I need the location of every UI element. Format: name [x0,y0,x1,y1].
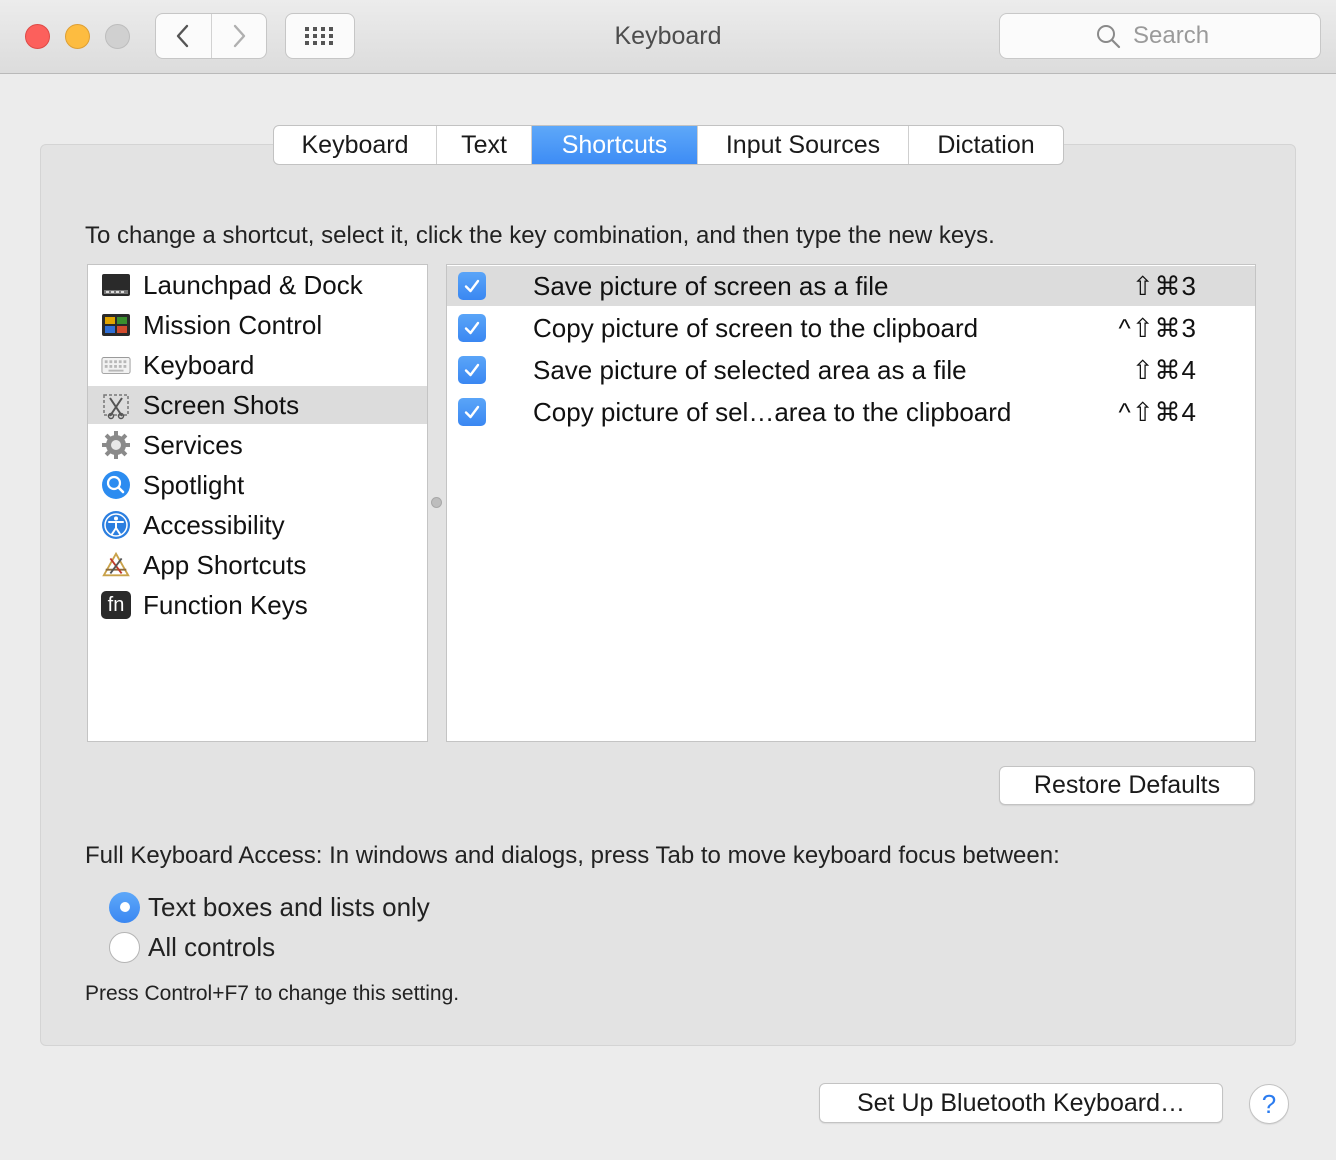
full-keyboard-access-label: Full Keyboard Access: In windows and dia… [85,842,1060,869]
instruction-text: To change a shortcut, select it, click t… [85,222,995,249]
category-label: Spotlight [143,469,245,500]
title-bar: Keyboard [0,0,1336,74]
radio-text-boxes-lists[interactable]: Text boxes and lists only [109,890,430,924]
category-keyboard[interactable]: Keyboard [88,346,427,384]
shortcut-row[interactable]: Save picture of screen as a file ⇧⌘3 [447,266,1255,306]
category-label: Screen Shots [143,389,300,420]
search-icon [1097,25,1121,49]
tab-input-sources[interactable]: Input Sources [697,126,908,164]
search-input[interactable] [1131,21,1225,51]
shortcut-row[interactable]: Copy picture of screen to the clipboard … [447,308,1255,348]
tab-text[interactable]: Text [436,126,531,164]
radio-label: Text boxes and lists only [148,891,430,922]
checkmark-icon [464,405,480,419]
fn-key-icon: fn [101,590,131,620]
shortcut-checkbox[interactable] [458,356,486,384]
checkmark-icon [464,279,480,293]
screenshot-icon [101,390,131,420]
shortcut-list[interactable]: Save picture of screen as a file ⇧⌘3 Cop… [446,264,1256,742]
shortcut-label: Save picture of screen as a file [533,270,889,301]
category-label: Mission Control [143,309,323,340]
shortcut-row[interactable]: Copy picture of sel…area to the clipboar… [447,392,1255,432]
category-label: Accessibility [143,509,285,540]
category-label: Keyboard [143,349,255,380]
shortcut-keys[interactable]: ^⇧⌘3 [1119,313,1197,344]
app-shortcuts-icon [101,550,131,580]
shortcut-checkbox[interactable] [458,272,486,300]
checkmark-icon [464,321,480,335]
search-field[interactable] [999,13,1321,59]
category-launchpad-dock[interactable]: Launchpad & Dock [88,266,427,304]
shortcut-label: Copy picture of sel…area to the clipboar… [533,396,1012,427]
shortcut-row[interactable]: Save picture of selected area as a file … [447,350,1255,390]
shortcut-keys[interactable]: ^⇧⌘4 [1119,397,1197,428]
shortcut-hint-text: Press Control+F7 to change this setting. [85,982,460,1005]
category-accessibility[interactable]: Accessibility [88,506,427,544]
radio-button-selected[interactable] [109,891,140,923]
tab-keyboard[interactable]: Keyboard [274,126,436,164]
split-view-divider-handle[interactable] [431,497,442,508]
category-mission-control[interactable]: Mission Control [88,306,427,344]
shortcut-keys[interactable]: ⇧⌘4 [1132,355,1197,386]
spotlight-icon [101,470,131,500]
shortcut-keys[interactable]: ⇧⌘3 [1132,271,1197,302]
shortcut-checkbox[interactable] [458,314,486,342]
radio-button[interactable] [109,931,140,963]
accessibility-icon [101,510,131,540]
help-button[interactable]: ? [1249,1084,1289,1124]
tab-shortcuts[interactable]: Shortcuts [531,126,697,164]
radio-all-controls[interactable]: All controls [109,930,275,964]
tab-dictation[interactable]: Dictation [908,126,1063,164]
category-services[interactable]: Services [88,426,427,464]
shortcut-category-list[interactable]: Launchpad & Dock Mission Control Keyboar… [87,264,428,742]
category-label: Launchpad & Dock [143,269,363,300]
category-label: Function Keys [143,589,308,620]
category-function-keys[interactable]: fn Function Keys [88,586,427,624]
gear-icon [101,430,131,460]
category-spotlight[interactable]: Spotlight [88,466,427,504]
radio-label: All controls [148,931,276,962]
set-up-bluetooth-keyboard-button[interactable]: Set Up Bluetooth Keyboard… [819,1083,1223,1123]
category-label: Services [143,429,243,460]
mission-control-icon [101,310,131,340]
shortcut-checkbox[interactable] [458,398,486,426]
checkmark-icon [464,363,480,377]
tab-bar: Keyboard Text Shortcuts Input Sources Di… [273,125,1064,165]
shortcut-label: Copy picture of screen to the clipboard [533,312,979,343]
launchpad-dock-icon [101,270,131,300]
restore-defaults-button[interactable]: Restore Defaults [999,766,1255,805]
shortcut-label: Save picture of selected area as a file [533,354,967,385]
category-app-shortcuts[interactable]: App Shortcuts [88,546,427,584]
keyboard-icon [101,350,131,380]
category-label: App Shortcuts [143,549,307,580]
category-screen-shots[interactable]: Screen Shots [88,386,427,424]
